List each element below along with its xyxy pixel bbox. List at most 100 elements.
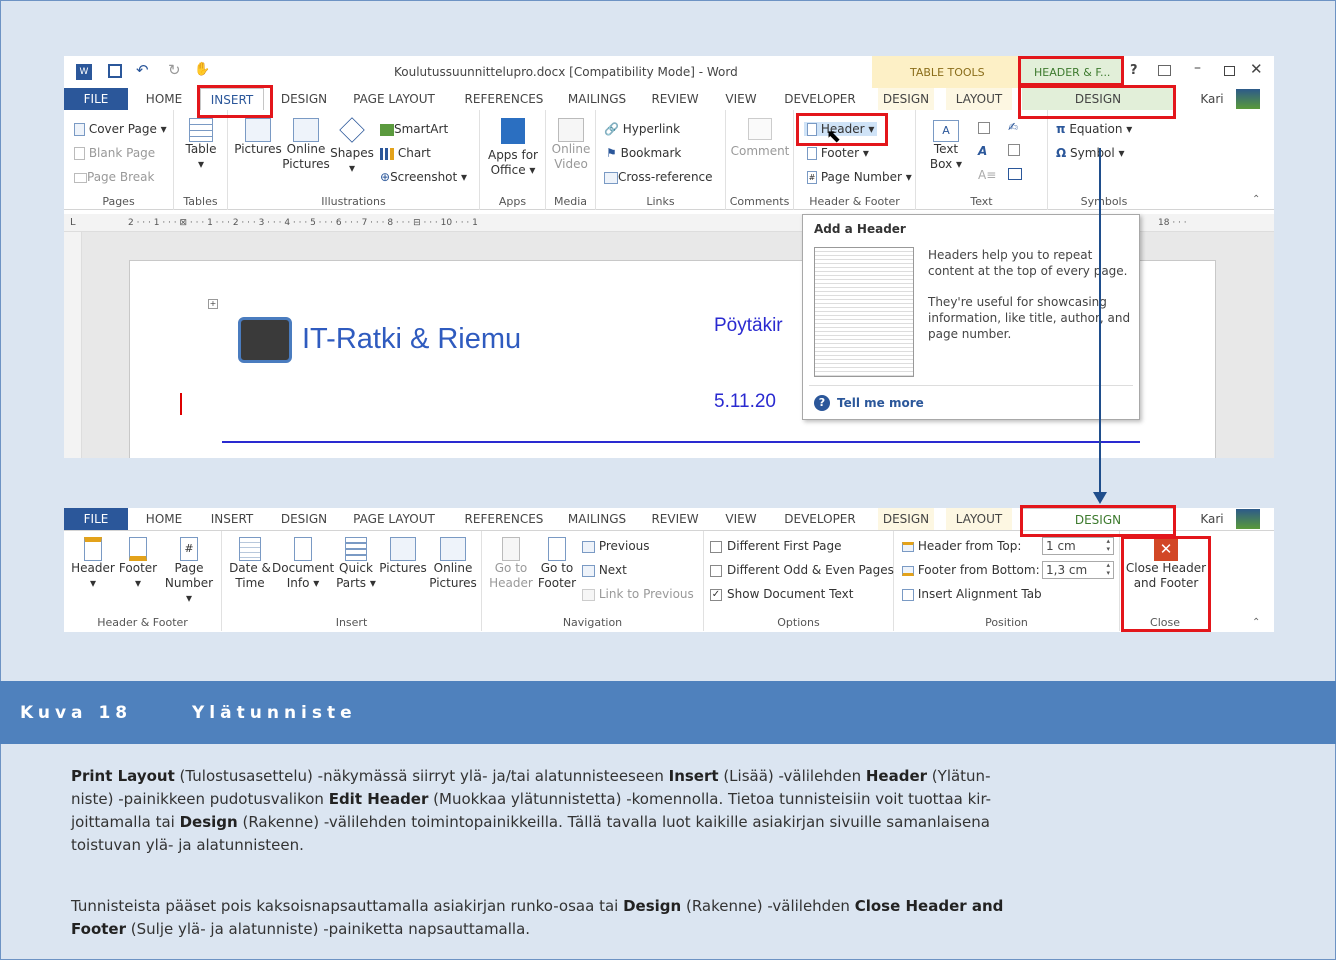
tab-file[interactable]: FILE: [64, 88, 128, 110]
drop-cap-icon[interactable]: A≡: [978, 168, 996, 182]
tab-page-layout[interactable]: PAGE LAYOUT: [346, 508, 442, 530]
tab-view[interactable]: VIEW: [718, 88, 764, 110]
cross-reference-button[interactable]: Cross-reference: [604, 170, 713, 184]
different-first-page-checkbox[interactable]: Different First Page: [710, 539, 842, 553]
tab-table-design[interactable]: DESIGN: [878, 508, 934, 530]
tab-mailings[interactable]: MAILINGS: [560, 88, 634, 110]
tooltip-description-2: They're useful for showcasing informatio…: [928, 295, 1131, 341]
footer-button[interactable]: Footer ▾: [807, 146, 869, 160]
tab-table-design[interactable]: DESIGN: [878, 88, 934, 110]
group-label: Comments: [729, 195, 790, 208]
group-comments: Comment Comments: [726, 110, 794, 210]
tab-review[interactable]: REVIEW: [644, 88, 706, 110]
undo-icon[interactable]: ↶: [136, 61, 149, 79]
object-icon[interactable]: [1008, 168, 1022, 180]
online-video-button[interactable]: Online Video: [550, 118, 592, 172]
highlight-insert-tab: [197, 85, 273, 118]
touch-icon[interactable]: ✋: [194, 62, 210, 77]
tab-references[interactable]: REFERENCES: [458, 88, 550, 110]
tab-design[interactable]: DESIGN: [272, 508, 336, 530]
tab-insert[interactable]: INSERT: [202, 508, 262, 530]
header-from-top-input[interactable]: 1 cm ▴ ▾: [1042, 537, 1114, 555]
footer-icon: [129, 537, 147, 561]
body-paragraph-2: Tunnisteista pääset pois kaksoisnapsautt…: [71, 897, 1004, 938]
next-button[interactable]: Next: [582, 563, 627, 577]
pictures-button[interactable]: Pictures: [234, 118, 282, 157]
collapse-ribbon-icon[interactable]: ⌃: [1252, 617, 1260, 628]
tab-developer[interactable]: DEVELOPER: [778, 88, 862, 110]
document-info-button[interactable]: Document Info ▾: [272, 537, 334, 591]
go-to-header-button[interactable]: Go to Header: [488, 537, 534, 591]
bookmark-button[interactable]: ⚑ Bookmark: [606, 146, 681, 160]
quick-parts-icon[interactable]: [978, 122, 990, 134]
signature-line-icon[interactable]: ✍: [1008, 120, 1018, 134]
symbol-button[interactable]: Ω Symbol ▾: [1056, 146, 1125, 160]
tab-developer[interactable]: DEVELOPER: [778, 508, 862, 530]
tab-review[interactable]: REVIEW: [644, 508, 706, 530]
help-icon[interactable]: ?: [1130, 63, 1138, 78]
different-odd-even-checkbox[interactable]: Different Odd & Even Pages: [710, 563, 894, 577]
text-box-button[interactable]: A Text Box ▾: [926, 120, 966, 172]
online-pictures-button[interactable]: Online Pictures: [428, 537, 478, 591]
tab-references[interactable]: REFERENCES: [458, 508, 550, 530]
tab-mailings[interactable]: MAILINGS: [560, 508, 634, 530]
link-to-previous-button[interactable]: Link to Previous: [582, 587, 694, 601]
highlight-header-button: [796, 113, 888, 146]
wordart-icon[interactable]: A: [978, 144, 987, 158]
shapes-button[interactable]: Shapes ▾: [330, 117, 374, 176]
tab-home[interactable]: HOME: [136, 88, 192, 110]
footer-button[interactable]: Footer ▾: [116, 537, 160, 591]
smartart-button[interactable]: SmartArt: [380, 122, 448, 136]
page-break-button[interactable]: Page Break: [74, 170, 154, 184]
chart-button[interactable]: Chart: [380, 146, 431, 160]
table-icon: [189, 118, 213, 142]
design-ribbon: Header ▾ Footer ▾ # Page Number ▾ Header & F…: [64, 530, 1274, 632]
tab-design[interactable]: DESIGN: [272, 88, 336, 110]
group-label: Media: [553, 195, 588, 208]
screenshot-icon: ⊕: [380, 170, 391, 184]
quick-parts-button[interactable]: Quick Parts ▾: [334, 537, 378, 591]
equation-button[interactable]: π Equation ▾: [1056, 122, 1132, 136]
table-button[interactable]: Table ▾: [184, 118, 218, 172]
page-number-button[interactable]: # Page Number ▾: [162, 537, 216, 606]
cover-page-button[interactable]: Cover Page ▾: [74, 122, 167, 136]
collapse-ribbon-icon[interactable]: ⌃: [1252, 194, 1260, 205]
redo-icon[interactable]: ↻: [168, 61, 181, 79]
footer-from-bottom-input[interactable]: 1,3 cm ▴ ▾: [1042, 561, 1114, 579]
maximize-icon[interactable]: [1224, 66, 1235, 76]
online-pictures-button[interactable]: Online Pictures: [282, 118, 330, 172]
bookmark-icon: ⚑: [606, 146, 617, 160]
tab-home[interactable]: HOME: [136, 508, 192, 530]
tab-page-layout[interactable]: PAGE LAYOUT: [346, 88, 442, 110]
user-name[interactable]: Kari: [1194, 508, 1230, 530]
tab-file[interactable]: FILE: [64, 508, 128, 530]
tell-me-more-link[interactable]: Tell me more: [837, 396, 924, 410]
go-to-footer-icon: [548, 537, 566, 561]
apps-for-office-button[interactable]: Apps for Office ▾: [484, 118, 542, 178]
user-name[interactable]: Kari: [1194, 88, 1230, 110]
header-button[interactable]: Header ▾: [70, 537, 116, 591]
tab-selector[interactable]: L: [70, 214, 76, 232]
insert-alignment-tab-button[interactable]: Insert Alignment Tab: [902, 587, 1042, 601]
tab-table-layout[interactable]: LAYOUT: [946, 508, 1012, 530]
group-tables: Table ▾ Tables: [174, 110, 228, 210]
comment-button[interactable]: Comment: [730, 118, 790, 159]
close-icon[interactable]: ✕: [1250, 60, 1263, 78]
previous-button[interactable]: Previous: [582, 539, 650, 553]
show-document-text-checkbox[interactable]: ✓ Show Document Text: [710, 587, 853, 601]
date-time-icon[interactable]: [1008, 144, 1020, 156]
pictures-button[interactable]: Pictures: [378, 537, 428, 576]
ribbon-display-icon[interactable]: [1158, 65, 1171, 76]
save-icon[interactable]: [108, 64, 122, 78]
go-to-footer-button[interactable]: Go to Footer: [534, 537, 580, 591]
hyperlink-button[interactable]: 🔗 Hyperlink: [604, 122, 680, 136]
tab-table-layout[interactable]: LAYOUT: [946, 88, 1012, 110]
tab-view[interactable]: VIEW: [718, 508, 764, 530]
blank-page-button[interactable]: Blank Page: [74, 146, 155, 160]
page-number-button[interactable]: # Page Number ▾: [807, 170, 912, 184]
minimize-icon[interactable]: –: [1194, 60, 1201, 76]
alignment-tab-icon: [902, 588, 914, 601]
screenshot-button[interactable]: ⊕Screenshot ▾: [380, 170, 467, 184]
date-time-button[interactable]: Date & Time: [228, 537, 272, 591]
table-move-handle-icon[interactable]: +: [208, 299, 218, 309]
